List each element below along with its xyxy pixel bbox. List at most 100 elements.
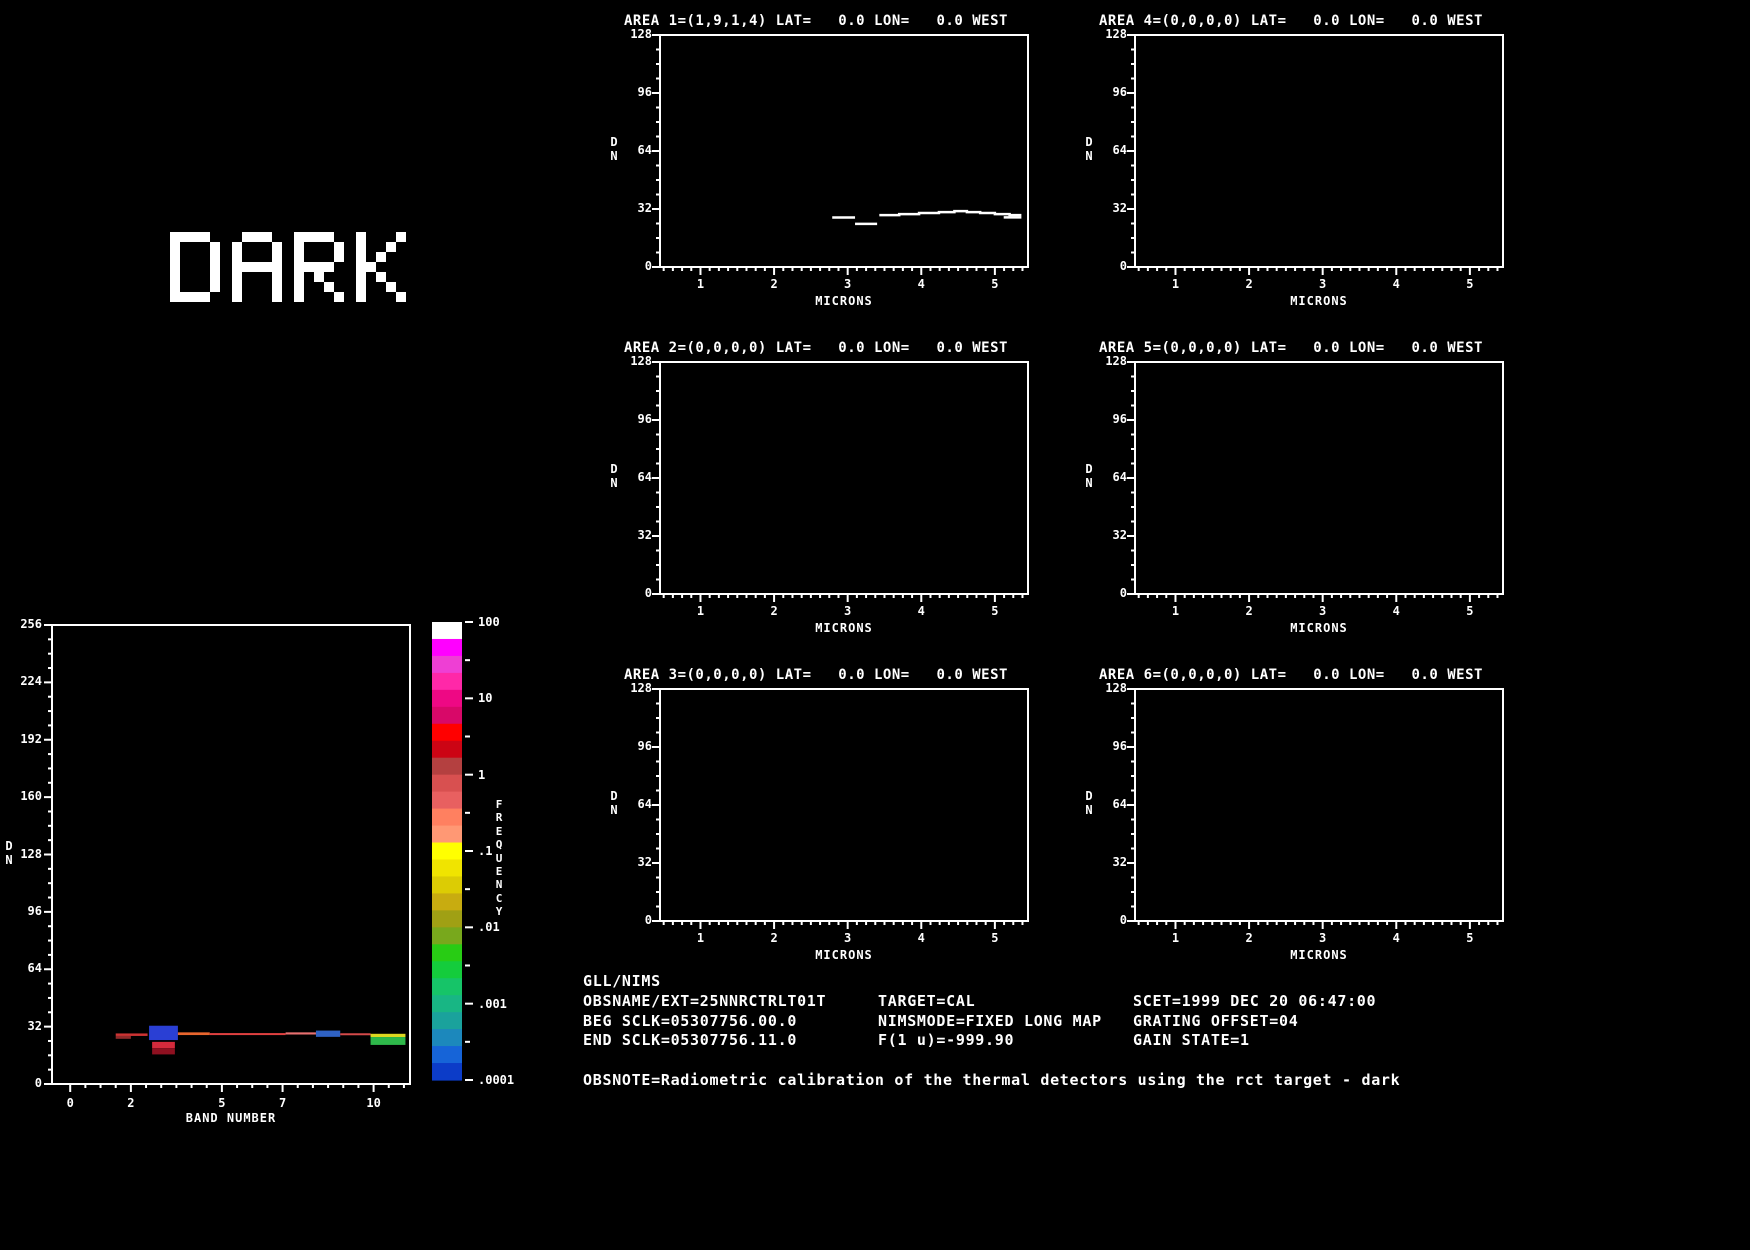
- histogram-cells: [115, 1025, 406, 1055]
- dark-pixel-text-part: [376, 272, 386, 282]
- histogram-cells-part: [209, 1033, 286, 1036]
- colorbar-blocks-part: [432, 622, 462, 640]
- y-tick-label: 128: [1105, 354, 1127, 368]
- dark-pixel-text-part: [252, 262, 262, 272]
- histogram-cells-part: [152, 1048, 175, 1055]
- x-tick-label: 10: [366, 1096, 381, 1110]
- x-tick-label: 3: [844, 604, 852, 618]
- dark-pixel-text-part: [356, 262, 366, 272]
- dark-pixel-text-part: [200, 232, 210, 242]
- dark-pixel-text-part: [356, 232, 366, 242]
- colorbar-blocks-part: [432, 1063, 462, 1081]
- y-tick-label: 128: [1105, 681, 1127, 695]
- dark-pixel-text-part: [294, 262, 304, 272]
- x-tick-label: 1: [696, 604, 705, 618]
- dark-banner-text: [170, 232, 410, 304]
- y-tick-label: 64: [1112, 143, 1127, 157]
- y-tick-label: 0: [644, 913, 652, 927]
- dark-pixel-text-part: [180, 232, 190, 242]
- dark-pixel-text-part: [304, 232, 314, 242]
- dn-band-histogram: 0 32 64 96 128 160 192 224 256 0 2 5 7 10 D N BAND NUMB…: [5, 617, 411, 1125]
- dark-pixel-text-part: [272, 292, 282, 302]
- dark-pixel-text-part: [334, 292, 344, 302]
- dark-pixel-text-part: [170, 282, 180, 292]
- dark-pixel-text: [170, 232, 406, 302]
- x-tick-label: 5: [1466, 604, 1474, 618]
- histogram-cells-part: [285, 1032, 316, 1035]
- spectrum-line: [832, 209, 1022, 226]
- y-tick-label: 0: [1119, 586, 1127, 600]
- histogram-cells-part: [370, 1037, 406, 1045]
- plot-frame: [659, 34, 1029, 268]
- colorbar-blocks: [432, 622, 462, 1081]
- colorbar-blocks-part: [432, 672, 462, 691]
- histogram-cells-part: [152, 1041, 175, 1049]
- colorbar-blocks-part: [432, 842, 462, 861]
- dark-pixel-text-part: [272, 242, 282, 252]
- gain-state-label: GAIN STATE=1: [1133, 1031, 1250, 1049]
- y-tick-label: 96: [1112, 412, 1127, 426]
- colorbar-blocks-part: [432, 791, 462, 810]
- y-tick-label: 64: [1112, 797, 1127, 811]
- y-tick-label: 128: [1105, 27, 1127, 41]
- y-tick-label: 64: [637, 470, 652, 484]
- y-tick-label: 128: [20, 846, 42, 861]
- dark-pixel-text-part: [272, 252, 282, 262]
- x-tick-label: 0: [66, 1096, 74, 1110]
- y-tick-label: 64: [637, 143, 652, 157]
- dark-pixel-text-part: [272, 262, 282, 272]
- area-plot-title: AREA 3=(0,0,0,0) LAT= 0.0 LON= 0.0 WEST: [624, 667, 1008, 683]
- spectrum-line-part: [879, 209, 1022, 217]
- x-tick-label: 4: [917, 277, 925, 291]
- colorbar-tick-label: .001: [478, 996, 507, 1011]
- dark-pixel-text-part: [334, 242, 344, 252]
- dark-pixel-text-part: [190, 232, 200, 242]
- x-tick-label: 5: [218, 1096, 226, 1110]
- colorbar-blocks-part: [432, 774, 462, 793]
- x-tick-label: 1: [1171, 277, 1180, 291]
- dark-pixel-text-part: [356, 282, 366, 292]
- y-tick-label: 0: [644, 586, 652, 600]
- y-tick-label: 32: [637, 855, 652, 869]
- colorbar-blocks-part: [432, 910, 462, 928]
- colorbar-tick-label: 1: [478, 767, 486, 782]
- y-tick-label: 224: [20, 674, 42, 689]
- dark-pixel-text-part: [334, 252, 344, 262]
- axis-ticks: [652, 34, 1024, 275]
- colorbar-blocks-part: [432, 1046, 462, 1064]
- area-plot-4: AREA 4=(0,0,0,0) LAT= 0.0 LON= 0.0 WEST 0…: [1085, 13, 1504, 308]
- x-tick-label: 5: [991, 277, 999, 291]
- area-plot-3: AREA 3=(0,0,0,0) LAT= 0.0 LON= 0.0 WEST 0…: [610, 667, 1029, 962]
- dark-pixel-text-part: [376, 252, 386, 262]
- dark-pixel-text-part: [232, 262, 242, 272]
- x-tick-label: 2: [1245, 604, 1253, 618]
- dark-pixel-text-part: [210, 252, 220, 262]
- x-tick-label: 2: [770, 277, 778, 291]
- area-plot-5-part: [1127, 361, 1504, 602]
- y-tick-label: 64: [637, 797, 652, 811]
- y-tick-label: 32: [1112, 855, 1127, 869]
- instrument-label: GLL/NIMS: [583, 972, 661, 990]
- colorbar-tick-label: 10: [478, 691, 493, 706]
- area-plot-title: AREA 1=(1,9,1,4) LAT= 0.0 LON= 0.0 WEST: [624, 13, 1008, 29]
- colorbar-blocks-part: [432, 740, 462, 759]
- x-tick-label: 2: [1245, 277, 1253, 291]
- colorbar-blocks-part: [432, 638, 462, 657]
- colorbar-tick-label: .01: [478, 920, 500, 935]
- y-tick-label: 64: [1112, 470, 1127, 484]
- x-tick-label: 1: [1171, 931, 1180, 945]
- x-tick-label: 5: [991, 931, 999, 945]
- y-axis-name: D N: [610, 789, 618, 817]
- dark-pixel-text-part: [232, 252, 242, 262]
- area-plot-title: AREA 5=(0,0,0,0) LAT= 0.0 LON= 0.0 WEST: [1099, 340, 1483, 356]
- axis-ticks: [1127, 34, 1499, 275]
- obsname-label: OBSNAME/EXT=25NNRCTRLT01T: [583, 992, 827, 1010]
- y-tick-label: 0: [1119, 259, 1127, 273]
- y-axis-name: D N: [610, 462, 618, 490]
- dark-pixel-text-part: [180, 292, 190, 302]
- dark-pixel-text-part: [314, 262, 324, 272]
- x-tick-label: 4: [1392, 604, 1400, 618]
- dark-pixel-text-part: [262, 262, 272, 272]
- y-tick-label: 160: [20, 789, 42, 804]
- dark-pixel-text-part: [170, 232, 180, 242]
